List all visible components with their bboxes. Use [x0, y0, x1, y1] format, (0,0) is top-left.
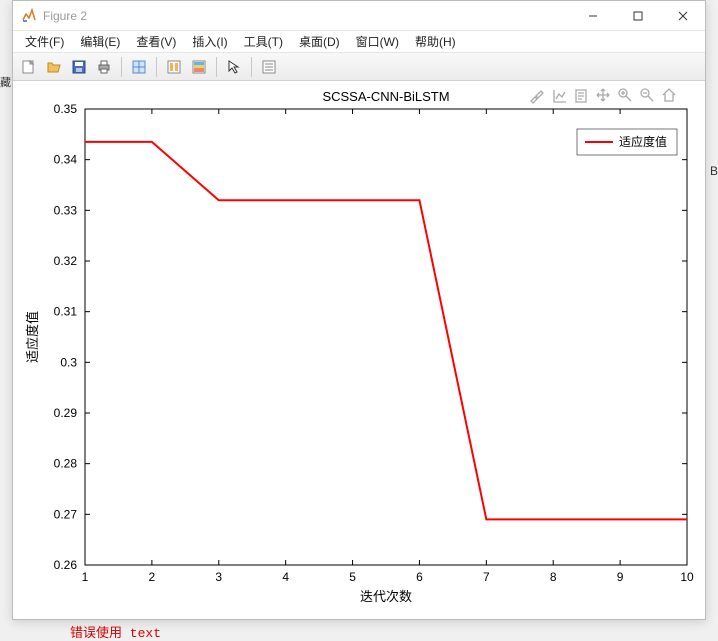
right-edge-fragment: B: [710, 164, 718, 178]
home-icon[interactable]: [663, 89, 675, 101]
plot-area: 1 2 3 4 5 6 7 8 9 10 0.26 0.27 0.28 0.29 0.3 0.31 0.32 0.…: [13, 81, 705, 619]
ytick-label: 0.27: [54, 507, 78, 521]
window-title: Figure 2: [43, 9, 87, 23]
titlebar: Figure 2: [13, 1, 705, 31]
xtick-label: 9: [617, 570, 624, 584]
open-button[interactable]: [42, 55, 66, 79]
toolbar-separator: [216, 57, 217, 77]
error-text: 错误使用 text: [70, 622, 161, 641]
pan-icon[interactable]: [597, 89, 609, 101]
ytick-label: 0.34: [54, 153, 78, 167]
maximize-button[interactable]: [615, 1, 660, 31]
ytick-label: 0.26: [54, 558, 78, 572]
xtick-label: 10: [680, 570, 694, 584]
matlab-icon: [21, 8, 37, 24]
menu-insert[interactable]: 插入(I): [184, 31, 235, 52]
legend-label: 适应度值: [619, 134, 667, 149]
ytick-label: 0.32: [54, 254, 78, 268]
xtick-label: 3: [215, 570, 222, 584]
xtick-label: 8: [550, 570, 557, 584]
ytick-label: 0.29: [54, 406, 78, 420]
menu-window[interactable]: 窗口(W): [348, 31, 407, 52]
ytick-label: 0.31: [54, 305, 78, 319]
xtick-label: 1: [82, 570, 89, 584]
xtick-label: 5: [349, 570, 356, 584]
print-button[interactable]: [92, 55, 116, 79]
xtick-label: 6: [416, 570, 423, 584]
brush-icon[interactable]: [531, 91, 543, 103]
ytick-label: 0.33: [54, 203, 78, 217]
new-figure-button[interactable]: [17, 55, 41, 79]
save-button[interactable]: [67, 55, 91, 79]
toolbar-separator: [156, 57, 157, 77]
close-button[interactable]: [660, 1, 705, 31]
minimize-button[interactable]: [570, 1, 615, 31]
x-axis-label: 迭代次数: [360, 589, 412, 604]
axes-box: [85, 109, 687, 565]
menu-help[interactable]: 帮助(H): [407, 31, 464, 52]
chart-title: SCSSA-CNN-BiLSTM: [322, 89, 449, 104]
menu-desktop[interactable]: 桌面(D): [291, 31, 348, 52]
data-cursor-button[interactable]: [127, 55, 151, 79]
menu-edit[interactable]: 编辑(E): [72, 31, 128, 52]
arrow-button[interactable]: [222, 55, 246, 79]
colorbar-button[interactable]: [187, 55, 211, 79]
figure-window: Figure 2 文件(F) 编辑(E) 查看(V) 插入(I) 工具(T) 桌…: [12, 0, 706, 620]
ytick-label: 0.3: [60, 355, 77, 369]
left-edge-fragment: 藏: [0, 74, 10, 90]
ytick-label: 0.28: [54, 457, 78, 471]
link-button[interactable]: [162, 55, 186, 79]
chart-svg[interactable]: 1 2 3 4 5 6 7 8 9 10 0.26 0.27 0.28 0.29 0.3 0.31 0.32 0.…: [13, 81, 705, 615]
toolbar-separator: [121, 57, 122, 77]
ytick-label: 0.35: [54, 102, 78, 116]
xtick-label: 7: [483, 570, 490, 584]
zoom-in-icon[interactable]: [619, 89, 631, 101]
menu-file[interactable]: 文件(F): [17, 31, 72, 52]
notes-icon[interactable]: [576, 90, 586, 102]
edit-plot-icon[interactable]: [554, 90, 566, 102]
menu-tools[interactable]: 工具(T): [236, 31, 291, 52]
menubar: 文件(F) 编辑(E) 查看(V) 插入(I) 工具(T) 桌面(D) 窗口(W…: [13, 31, 705, 53]
y-axis-label: 适应度值: [25, 311, 40, 363]
menu-view[interactable]: 查看(V): [128, 31, 184, 52]
toolbar: [13, 53, 705, 81]
property-button[interactable]: [257, 55, 281, 79]
zoom-out-icon[interactable]: [641, 89, 653, 101]
xtick-label: 4: [282, 570, 289, 584]
toolbar-separator: [251, 57, 252, 77]
xtick-label: 2: [149, 570, 156, 584]
